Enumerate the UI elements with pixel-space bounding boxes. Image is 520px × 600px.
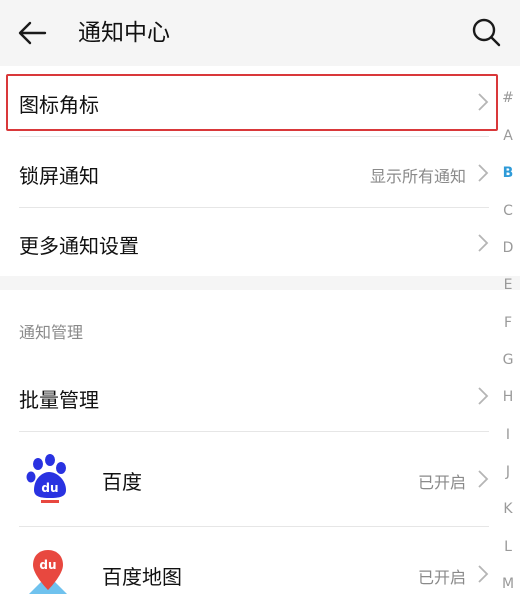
index-letter[interactable]: L: [496, 539, 520, 555]
index-letter[interactable]: C: [496, 203, 520, 219]
lockscreen-notification-label: 锁屏通知: [19, 164, 99, 188]
app-header: 通知中心: [0, 0, 520, 66]
arrow-left-icon: [18, 21, 47, 45]
alphabet-index-bar[interactable]: # A B C D E F G H I J K L M: [496, 86, 520, 600]
index-letter[interactable]: K: [496, 501, 520, 517]
baidu-map-app-icon: du: [21, 544, 75, 598]
app-status: 已开启: [417, 473, 466, 492]
app-name: 百度: [102, 470, 142, 494]
chevron-right-icon: [478, 470, 489, 488]
baidu-app-icon: du: [21, 450, 75, 504]
chevron-right-icon: [478, 234, 489, 252]
highlight-box: [6, 74, 498, 131]
index-letter-active[interactable]: B: [496, 165, 520, 181]
index-letter[interactable]: M: [496, 576, 520, 592]
search-icon: [472, 18, 501, 47]
app-row-baidu-map[interactable]: du 百度地图 已开启: [0, 527, 500, 600]
app-row-baidu[interactable]: du 百度 已开启: [0, 432, 500, 526]
chevron-right-icon: [478, 387, 489, 405]
baidu-map-pin-icon: du: [21, 544, 75, 598]
index-letter[interactable]: A: [496, 128, 520, 144]
more-notification-settings-label: 更多通知设置: [19, 234, 139, 258]
lockscreen-notification-value: 显示所有通知: [369, 167, 466, 186]
baidu-paw-icon: du: [21, 450, 75, 504]
lockscreen-notification-row[interactable]: 锁屏通知 显示所有通知: [0, 137, 500, 207]
search-button[interactable]: [468, 14, 504, 50]
index-letter[interactable]: E: [496, 277, 520, 293]
index-letter[interactable]: D: [496, 240, 520, 256]
svg-text:du: du: [41, 481, 58, 495]
page-title: 通知中心: [78, 20, 170, 46]
index-letter[interactable]: G: [496, 352, 520, 368]
index-letter[interactable]: J: [496, 464, 520, 480]
svg-text:du: du: [39, 558, 56, 572]
batch-management-label: 批量管理: [19, 388, 99, 412]
app-status: 已开启: [417, 568, 466, 587]
index-letter[interactable]: H: [496, 389, 520, 405]
batch-management-row[interactable]: 批量管理: [0, 362, 500, 430]
back-button[interactable]: [14, 15, 50, 51]
index-letter[interactable]: F: [496, 315, 520, 331]
chevron-right-icon: [478, 565, 489, 583]
notification-management-section-title: 通知管理: [19, 323, 84, 342]
more-notification-settings-row[interactable]: 更多通知设置: [0, 208, 500, 276]
app-name: 百度地图: [102, 565, 182, 589]
index-letter[interactable]: I: [496, 427, 520, 443]
chevron-right-icon: [478, 164, 489, 182]
index-letter[interactable]: #: [496, 90, 520, 106]
